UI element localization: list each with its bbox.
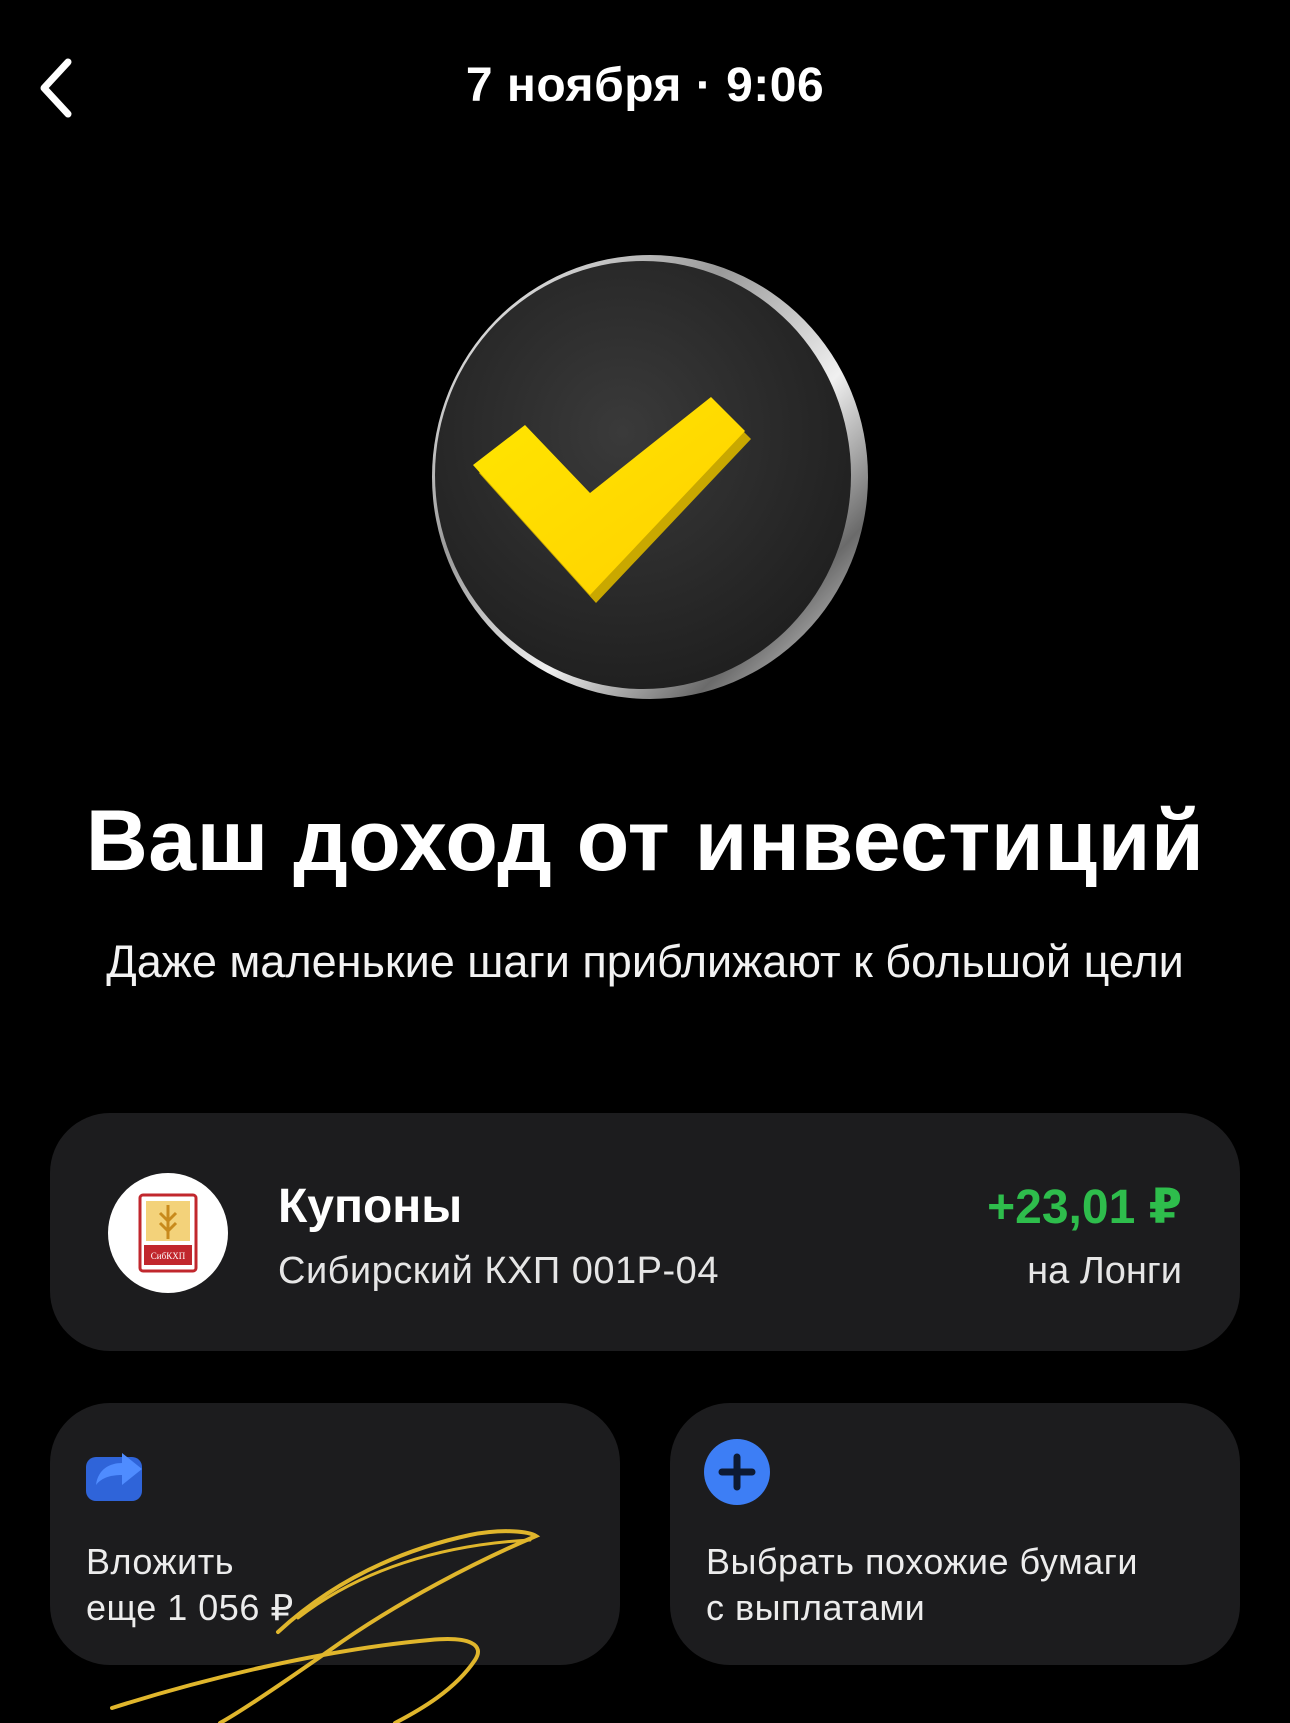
plus-circle-icon xyxy=(702,1437,772,1507)
coupon-destination: на Лонги xyxy=(1027,1250,1182,1292)
choose-similar-bonds-button[interactable]: Выбрать похожие бумаги с выплатами xyxy=(670,1403,1240,1665)
success-check-coin-icon xyxy=(415,245,875,705)
choose-similar-line2: с выплатами xyxy=(706,1587,926,1628)
svg-text:СибКХП: СибКХП xyxy=(151,1251,186,1261)
invest-more-button[interactable]: Вложить еще 1 056 ₽ xyxy=(50,1403,620,1665)
page-headline: Ваш доход от инвестиций xyxy=(85,793,1205,889)
coupon-income-card[interactable]: СибКХП Купоны Сибирский КХП 001Р-04 +23,… xyxy=(50,1113,1240,1351)
share-arrow-icon xyxy=(82,1437,152,1507)
top-bar: 7 ноября · 9:06 xyxy=(0,40,1290,130)
date-time-title: 7 ноября · 9:06 xyxy=(465,59,825,112)
bond-name: Сибирский КХП 001Р-04 xyxy=(278,1250,719,1292)
invest-more-line2: еще 1 056 ₽ xyxy=(86,1587,294,1628)
choose-similar-line1: Выбрать похожие бумаги xyxy=(706,1541,1138,1582)
choose-similar-label: Выбрать похожие бумаги с выплатами xyxy=(706,1539,1138,1631)
page-subtitle: Даже маленькие шаги приближают к большой… xyxy=(106,936,1184,987)
coupon-title: Купоны xyxy=(278,1180,463,1233)
invest-more-line1: Вложить xyxy=(86,1541,234,1582)
bond-issuer-logo: СибКХП xyxy=(108,1173,228,1293)
invest-more-label: Вложить еще 1 056 ₽ xyxy=(86,1539,294,1631)
coupon-amount: +23,01 ₽ xyxy=(987,1181,1182,1234)
